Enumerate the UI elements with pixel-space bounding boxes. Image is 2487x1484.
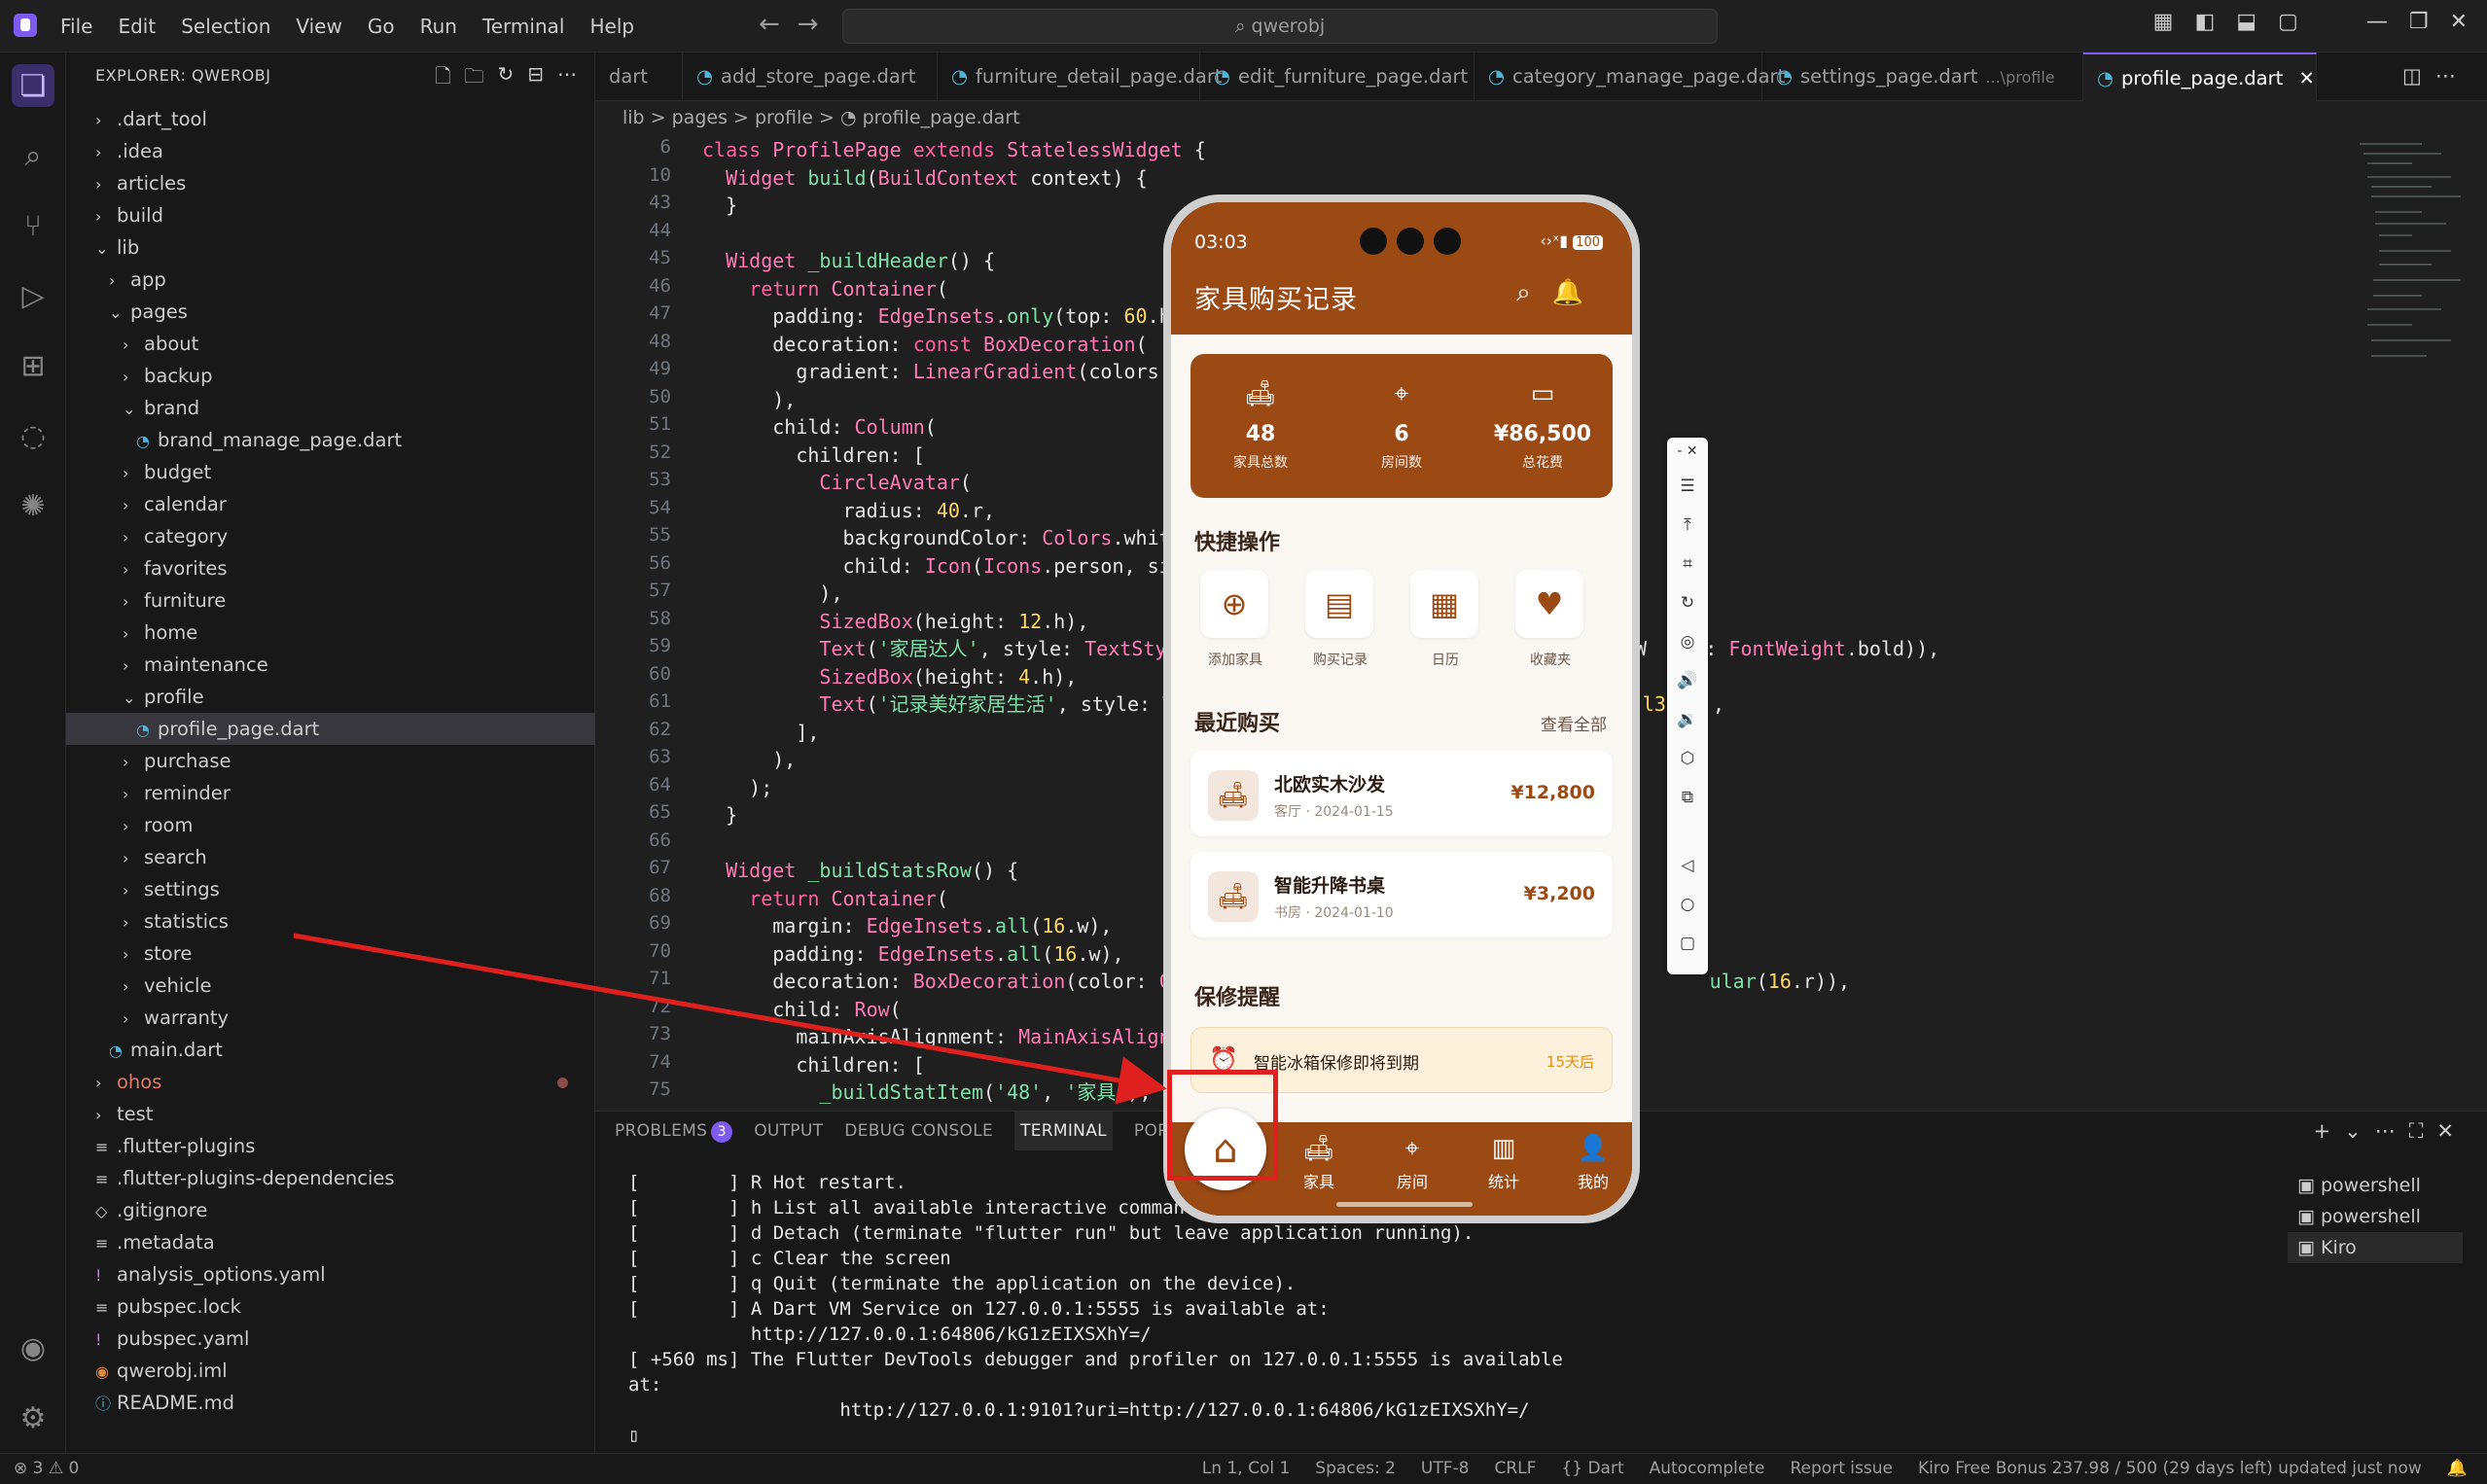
annotation-arrow [293, 933, 1167, 1105]
annotation-highlight-box [1167, 1070, 1278, 1181]
